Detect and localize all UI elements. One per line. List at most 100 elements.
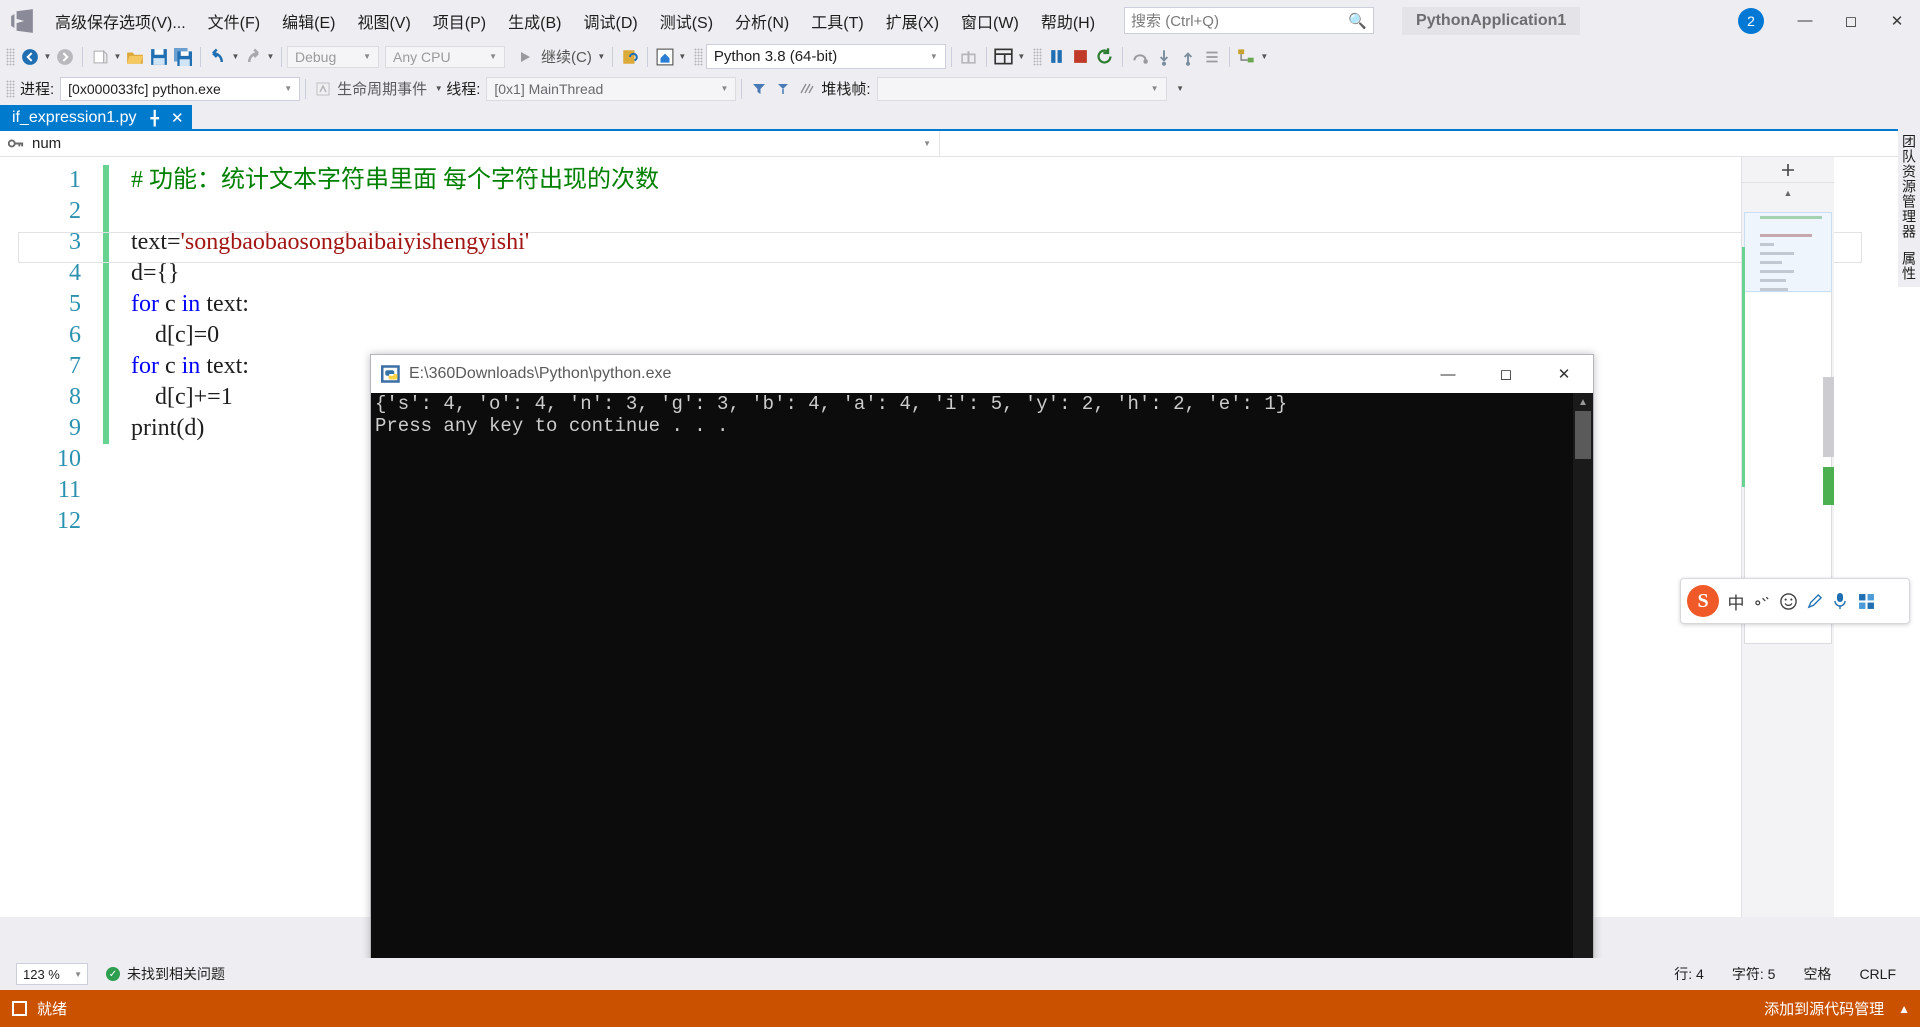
undo-icon[interactable] bbox=[206, 45, 230, 69]
play-icon[interactable] bbox=[513, 45, 537, 69]
close-icon[interactable]: ✕ bbox=[1535, 355, 1593, 393]
member-dropdown[interactable]: num ▼ bbox=[0, 131, 940, 156]
maximize-icon[interactable]: ◻ bbox=[1828, 0, 1874, 41]
code-line-3[interactable]: text='songbaobaosongbaibaiyishengyishi' bbox=[109, 227, 1920, 258]
pin-icon[interactable]: ╋ bbox=[151, 110, 159, 127]
scroll-up-icon[interactable]: ▲ bbox=[1573, 393, 1593, 411]
menu-item-file[interactable]: 文件(F) bbox=[197, 4, 271, 38]
close-tab-icon[interactable]: ✕ bbox=[171, 109, 184, 127]
stackframe-combo[interactable]: ▼ bbox=[876, 76, 1167, 101]
error-status[interactable]: ✓ 未找到相关问题 bbox=[106, 964, 225, 984]
restart-icon[interactable] bbox=[1093, 45, 1117, 69]
code-line-1[interactable]: # 功能：统计文本字符串里面 每个字符出现的次数 bbox=[109, 165, 1920, 196]
hierarchy-icon[interactable] bbox=[1235, 45, 1259, 69]
minimize-icon[interactable]: — bbox=[1782, 0, 1828, 41]
open-file-icon[interactable] bbox=[123, 45, 147, 69]
save-icon[interactable] bbox=[147, 45, 171, 69]
maximize-icon[interactable]: ◻ bbox=[1477, 355, 1535, 393]
menu-item-test[interactable]: 测试(S) bbox=[649, 4, 724, 38]
stop-icon[interactable] bbox=[1069, 45, 1093, 69]
toolbar-grip[interactable] bbox=[6, 47, 15, 66]
keyboard-icon[interactable] bbox=[1749, 581, 1775, 621]
platform-combo[interactable]: Any CPU ▼ bbox=[385, 45, 505, 68]
menu-item-window[interactable]: 窗口(W) bbox=[950, 4, 1030, 38]
step-into-icon[interactable] bbox=[1152, 45, 1176, 69]
console-title-bar[interactable]: E:\360Downloads\Python\python.exe — ◻ ✕ bbox=[371, 355, 1593, 393]
type-dropdown[interactable]: ▼ bbox=[940, 131, 1920, 156]
debugbar-overflow-icon[interactable]: ▼ bbox=[1175, 77, 1186, 101]
rail-item-properties[interactable]: 属性 bbox=[1897, 245, 1920, 287]
interpreter-combo[interactable]: Python 3.8 (64-bit) ▼ bbox=[705, 44, 946, 69]
menu-item-build[interactable]: 生成(B) bbox=[497, 4, 572, 38]
code-line-5[interactable]: for c in text: bbox=[109, 289, 1920, 320]
code-line-6[interactable]: d[c]=0 bbox=[109, 320, 1920, 351]
step-more-icon[interactable] bbox=[1200, 45, 1224, 69]
lifecycle-caret-icon[interactable]: ▼ bbox=[433, 77, 444, 101]
tab-if-expression1-py[interactable]: if_expression1.py ╋ ✕ bbox=[0, 105, 192, 131]
menu-item-view[interactable]: 视图(V) bbox=[346, 4, 421, 38]
undo-caret-icon[interactable]: ▼ bbox=[230, 45, 241, 69]
lifecycle-label[interactable]: 生命周期事件 bbox=[335, 78, 433, 99]
menu-item-help[interactable]: 帮助(H) bbox=[1030, 4, 1106, 38]
redo-caret-icon[interactable]: ▼ bbox=[265, 45, 276, 69]
lifecycle-events-icon[interactable] bbox=[311, 77, 335, 101]
ime-mode-button[interactable]: 中 bbox=[1723, 581, 1749, 621]
layout-caret-icon[interactable]: ▼ bbox=[1016, 45, 1027, 69]
minimize-icon[interactable]: — bbox=[1419, 355, 1477, 393]
minimap-margin[interactable]: ▲ bbox=[1741, 157, 1834, 917]
menu-item-analyze[interactable]: 分析(N) bbox=[724, 4, 800, 38]
attach-process-icon[interactable] bbox=[618, 45, 642, 69]
scroll-up-icon[interactable]: ▲ bbox=[1742, 183, 1834, 203]
sogou-logo-icon[interactable]: S bbox=[1683, 581, 1723, 621]
toolbar-grip[interactable] bbox=[1032, 47, 1042, 66]
python-env-caret-icon[interactable]: ▼ bbox=[677, 45, 688, 69]
redo-icon[interactable] bbox=[241, 45, 265, 69]
source-control-group[interactable]: 添加到源代码管理 ▲ bbox=[1764, 998, 1910, 1019]
menu-item-project[interactable]: 项目(P) bbox=[422, 4, 497, 38]
navigate-back-icon[interactable] bbox=[18, 45, 42, 69]
filter-icon[interactable] bbox=[747, 77, 771, 101]
thread-combo[interactable]: [0x1] MainThread ▼ bbox=[486, 76, 737, 101]
console-output-area[interactable]: {'s': 4, 'o': 4, 'n': 3, 'g': 3, 'b': 4,… bbox=[371, 393, 1593, 992]
code-line-2[interactable] bbox=[109, 196, 1920, 227]
microphone-icon[interactable] bbox=[1827, 581, 1853, 621]
zoom-level-combo[interactable]: 123 % ▼ bbox=[16, 963, 88, 985]
toolbar-grip[interactable] bbox=[6, 79, 15, 98]
gift-icon[interactable] bbox=[957, 45, 981, 69]
menu-item-edit[interactable]: 编辑(E) bbox=[271, 4, 346, 38]
code-line-4[interactable]: d={} bbox=[109, 258, 1920, 289]
vertical-scrollbar-thumb[interactable] bbox=[1823, 377, 1834, 457]
window-layout-icon[interactable] bbox=[992, 45, 1016, 69]
step-out-icon[interactable] bbox=[1176, 45, 1200, 69]
python-console-window[interactable]: E:\360Downloads\Python\python.exe — ◻ ✕ … bbox=[370, 354, 1594, 993]
pen-icon[interactable] bbox=[1801, 581, 1827, 621]
eol-indicator[interactable]: CRLF bbox=[1859, 966, 1896, 982]
flag-icon[interactable] bbox=[771, 77, 795, 101]
chevron-up-icon[interactable]: ▲ bbox=[1898, 1002, 1910, 1016]
save-all-icon[interactable] bbox=[171, 45, 195, 69]
stack-icon[interactable] bbox=[795, 77, 819, 101]
hierarchy-caret-icon[interactable]: ▼ bbox=[1259, 45, 1270, 69]
continue-label[interactable]: 继续(C) bbox=[537, 46, 596, 67]
indent-indicator[interactable]: 空格 bbox=[1803, 964, 1831, 984]
menu-item-0[interactable]: 高级保存选项(V)... bbox=[44, 4, 197, 38]
new-project-caret-icon[interactable]: ▼ bbox=[112, 45, 123, 69]
pause-icon[interactable] bbox=[1045, 45, 1069, 69]
notification-badge[interactable]: 2 bbox=[1738, 7, 1764, 34]
console-scroll-thumb[interactable] bbox=[1575, 411, 1591, 459]
configuration-combo[interactable]: Debug ▼ bbox=[287, 45, 379, 68]
console-scrollbar[interactable]: ▲ ▼ bbox=[1573, 393, 1593, 992]
apps-grid-icon[interactable] bbox=[1853, 581, 1879, 621]
navigate-back-caret-icon[interactable]: ▼ bbox=[42, 45, 53, 69]
ime-toolbar[interactable]: S 中 bbox=[1680, 578, 1910, 624]
menu-item-tools[interactable]: 工具(T) bbox=[800, 4, 874, 38]
navigate-forward-icon[interactable] bbox=[53, 45, 77, 69]
menu-item-debug[interactable]: 调试(D) bbox=[572, 4, 648, 38]
close-icon[interactable]: ✕ bbox=[1874, 0, 1920, 41]
search-input[interactable]: 搜索 (Ctrl+Q) 🔍 bbox=[1124, 7, 1375, 34]
minimap-toggle-icon[interactable] bbox=[1742, 157, 1834, 183]
toolbar-grip[interactable] bbox=[693, 47, 703, 66]
python-env-icon[interactable] bbox=[653, 45, 677, 69]
minimap-content[interactable] bbox=[1742, 202, 1834, 917]
process-combo[interactable]: [0x000033fc] python.exe ▼ bbox=[60, 76, 301, 101]
